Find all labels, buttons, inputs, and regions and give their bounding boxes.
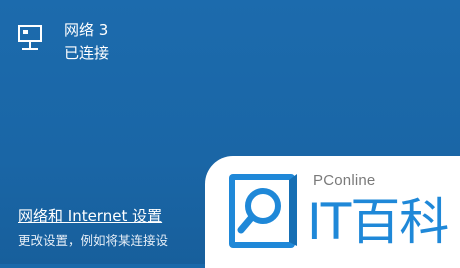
search-magnifier-logo	[229, 174, 297, 248]
network-list-item[interactable]: 网络 3 已连接	[6, 14, 196, 74]
watermark-title: IT百科	[307, 193, 449, 251]
network-status: 已连接	[64, 44, 110, 62]
watermark-brand: PConline	[313, 172, 376, 189]
network-flyout-panel: 网络 3 已连接 网络和 Internet 设置 更改设置，例如将某连接设 PC…	[0, 0, 460, 268]
ethernet-icon	[18, 25, 42, 50]
watermark-badge: PConline IT百科	[205, 156, 460, 268]
network-internet-settings-link[interactable]: 网络和 Internet 设置	[18, 206, 162, 226]
settings-description: 更改设置，例如将某连接设	[18, 233, 169, 248]
network-name: 网络 3	[64, 21, 109, 39]
